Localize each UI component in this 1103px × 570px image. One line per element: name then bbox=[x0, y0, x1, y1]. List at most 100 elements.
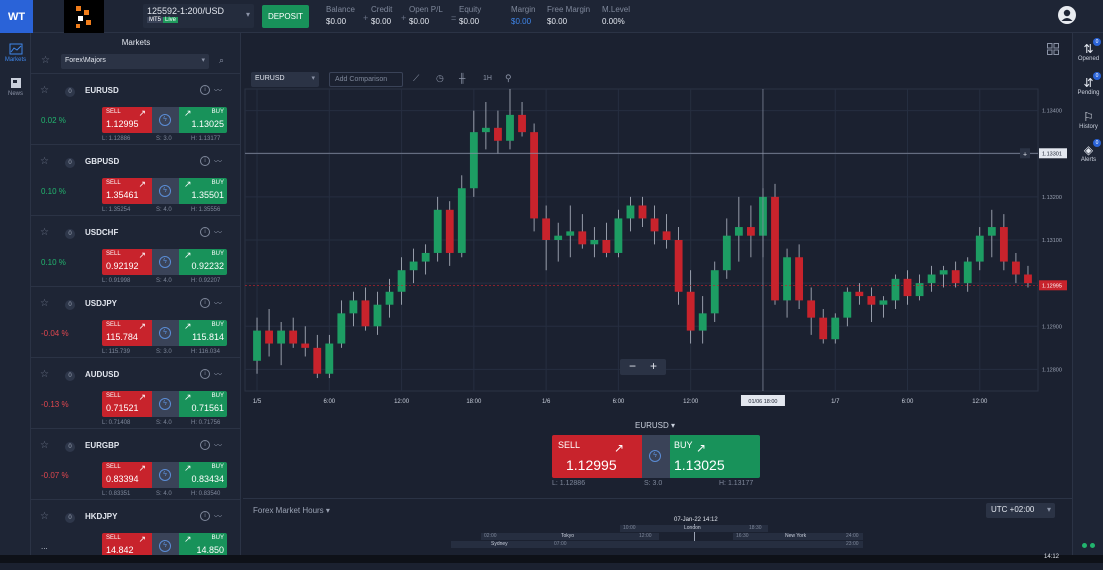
instrument-row[interactable]: ☆ 0 GBPUSD i 〰 0.10 % SELL ↗ 1.35461 ϟ BUY ↗ 1.35501… bbox=[31, 144, 241, 215]
stat-margin-level: M.Level 0.00% bbox=[602, 5, 630, 26]
indicators-icon[interactable]: ⚲ bbox=[505, 73, 512, 84]
sell-button[interactable]: SELL ↗ 0.71521 bbox=[102, 391, 152, 417]
search-icon[interactable]: ⌕ bbox=[219, 55, 224, 66]
favorite-star-icon[interactable]: ☆ bbox=[40, 227, 49, 238]
info-icon[interactable]: i bbox=[200, 298, 210, 308]
candle-body bbox=[698, 313, 707, 331]
mini-chart-icon[interactable]: 〰 bbox=[214, 511, 225, 521]
nav-pending[interactable]: ⇵ 0 Pending bbox=[1073, 72, 1103, 96]
nav-opened[interactable]: ⇅ 0 Opened bbox=[1073, 38, 1103, 62]
trade-symbol[interactable]: EURUSD ▾ bbox=[635, 421, 675, 430]
favorite-star-icon[interactable]: ☆ bbox=[40, 298, 49, 309]
quick-trade-toggle[interactable]: ϟ bbox=[152, 249, 179, 275]
chart-area[interactable]: 1.134001.133001.132001.131001.130001.129… bbox=[243, 33, 1072, 555]
quick-trade-toggle[interactable]: ϟ bbox=[152, 391, 179, 417]
info-icon[interactable]: i bbox=[200, 156, 210, 166]
buy-label: BUY bbox=[211, 535, 224, 541]
instrument-row[interactable]: ☆ 0 EURUSD i 〰 0.02 % SELL ↗ 1.12995 ϟ BUY ↗ 1.13025… bbox=[31, 73, 241, 144]
info-icon[interactable]: i bbox=[200, 440, 210, 450]
opened-badge: 0 bbox=[1093, 38, 1101, 46]
zoom-out-button[interactable]: − bbox=[629, 359, 636, 373]
buy-button[interactable]: BUY ↗ 1.13025 bbox=[670, 435, 760, 478]
add-comparison-input[interactable]: Add Comparison bbox=[329, 72, 403, 87]
instrument-symbol: HKDJPY bbox=[85, 512, 118, 521]
instrument-row[interactable]: ☆ 0 AUDUSD i 〰 -0.13 % SELL ↗ 0.71521 ϟ BUY ↗ 0.7156… bbox=[31, 357, 241, 428]
favorite-star-icon[interactable]: ☆ bbox=[40, 511, 49, 522]
info-icon[interactable]: i bbox=[200, 511, 210, 521]
buy-button[interactable]: BUY ↗ 115.814 bbox=[179, 320, 227, 346]
mini-chart-icon[interactable]: 〰 bbox=[214, 227, 225, 237]
info-icon[interactable]: i bbox=[200, 369, 210, 379]
instrument-row[interactable]: ☆ 0 EURGBP i 〰 -0.07 % SELL ↗ 0.83394 ϟ BUY ↗ 0.8343… bbox=[31, 428, 241, 499]
timezone-select[interactable]: UTC +02:00 ▾ bbox=[986, 503, 1055, 518]
daily-high: H: 0.71756 bbox=[191, 420, 221, 426]
crosshair-time-label: 01/06 18:00 bbox=[748, 399, 777, 405]
quick-trade-toggle[interactable]: ϟ bbox=[642, 435, 670, 478]
stat-credit: + Credit $0.00 bbox=[363, 5, 392, 26]
candle-body bbox=[313, 347, 322, 374]
favorites-star-icon[interactable]: ☆ bbox=[41, 55, 50, 66]
timeframe-select[interactable]: 1H bbox=[483, 75, 492, 82]
sell-button[interactable]: SELL ↗ 0.83394 bbox=[102, 462, 152, 488]
buy-price: 1.13025 bbox=[674, 457, 725, 473]
user-profile-icon[interactable] bbox=[1058, 6, 1076, 24]
nav-opened-label: Opened bbox=[1077, 56, 1100, 62]
sell-button[interactable]: SELL ↗ 1.12995 bbox=[102, 107, 152, 133]
nav-alerts[interactable]: ◈ 0 Alerts bbox=[1073, 139, 1103, 163]
sell-button[interactable]: SELL ↗ 0.92192 bbox=[102, 249, 152, 275]
chevron-down-icon: ▾ bbox=[671, 421, 676, 430]
chart-symbol-select[interactable]: EURUSD ▾ bbox=[251, 72, 319, 87]
mini-chart-icon[interactable]: 〰 bbox=[214, 369, 225, 379]
deposit-button[interactable]: DEPOSIT bbox=[262, 5, 309, 28]
instrument-row[interactable]: ☆ 0 USDJPY i 〰 -0.04 % SELL ↗ 115.784 ϟ BUY ↗ 115.81… bbox=[31, 286, 241, 357]
layout-grid-icon[interactable] bbox=[1047, 43, 1061, 57]
session-end: 12:00 bbox=[639, 533, 652, 539]
quick-trade-toggle[interactable]: ϟ bbox=[152, 178, 179, 204]
candles-icon[interactable]: ╫ bbox=[459, 73, 465, 83]
zoom-in-button[interactable]: + bbox=[650, 359, 657, 373]
mini-chart-icon[interactable]: 〰 bbox=[214, 298, 225, 308]
sell-button[interactable]: SELL ↗ 115.784 bbox=[102, 320, 152, 346]
account-selector[interactable]: 125592-1:200/USD MT5 Live ▾ bbox=[143, 4, 254, 28]
nav-markets[interactable]: Markets bbox=[0, 43, 31, 63]
session-new-york: 16:30 New York 24:00 bbox=[733, 533, 863, 540]
sell-price: 0.92192 bbox=[106, 261, 139, 271]
chevron-down-icon: ▾ bbox=[201, 57, 205, 64]
instrument-symbol: USDCHF bbox=[85, 228, 119, 237]
buy-button[interactable]: BUY ↗ 1.35501 bbox=[179, 178, 227, 204]
daily-change: ... bbox=[41, 542, 48, 551]
candle-body bbox=[1012, 261, 1020, 275]
quick-trade-toggle[interactable]: ϟ bbox=[152, 462, 179, 488]
info-icon[interactable]: i bbox=[200, 85, 210, 95]
mini-chart-icon[interactable]: 〰 bbox=[214, 156, 225, 166]
favorite-star-icon[interactable]: ☆ bbox=[40, 369, 49, 380]
nav-history[interactable]: ⚐ History bbox=[1073, 110, 1103, 130]
buy-button[interactable]: BUY ↗ 0.83434 bbox=[179, 462, 227, 488]
sell-button[interactable]: SELL ↗ 1.35461 bbox=[102, 178, 152, 204]
info-icon[interactable]: i bbox=[200, 227, 210, 237]
buy-button[interactable]: BUY ↗ 0.92232 bbox=[179, 249, 227, 275]
buy-button[interactable]: BUY ↗ 0.71561 bbox=[179, 391, 227, 417]
favorite-star-icon[interactable]: ☆ bbox=[40, 440, 49, 451]
sell-button[interactable]: SELL ↗ 1.12995 bbox=[552, 435, 642, 478]
equals-icon: = bbox=[451, 13, 457, 23]
mini-chart-icon[interactable]: 〰 bbox=[214, 85, 225, 95]
buy-button[interactable]: BUY ↗ 1.13025 bbox=[179, 107, 227, 133]
instrument-row[interactable]: ☆ 0 USDCHF i 〰 0.10 % SELL ↗ 0.92192 ϟ BUY ↗ 0.92232… bbox=[31, 215, 241, 286]
brand-logo[interactable]: WT bbox=[0, 0, 33, 33]
favorite-star-icon[interactable]: ☆ bbox=[40, 85, 49, 96]
spread: S: 4.0 bbox=[156, 491, 172, 497]
market-group-select[interactable]: Forex\Majors ▾ bbox=[61, 54, 209, 69]
nav-news[interactable]: News bbox=[0, 77, 31, 97]
quick-trade-toggle[interactable]: ϟ bbox=[152, 107, 179, 133]
daily-change: 0.10 % bbox=[41, 187, 66, 196]
mini-chart-icon[interactable]: 〰 bbox=[214, 440, 225, 450]
time-tick-label: 12:00 bbox=[972, 399, 988, 405]
arrow-up-right-icon: ↗ bbox=[184, 250, 192, 260]
quick-trade-toggle[interactable]: ϟ bbox=[152, 320, 179, 346]
daily-low: L: 0.91998 bbox=[102, 278, 131, 284]
chart-type-icon[interactable]: ⟋ bbox=[413, 73, 419, 84]
favorite-star-icon[interactable]: ☆ bbox=[40, 156, 49, 167]
market-hours-title[interactable]: Forex Market Hours ▾ bbox=[253, 506, 330, 515]
alarm-clock-icon[interactable]: ◷ bbox=[436, 73, 444, 84]
